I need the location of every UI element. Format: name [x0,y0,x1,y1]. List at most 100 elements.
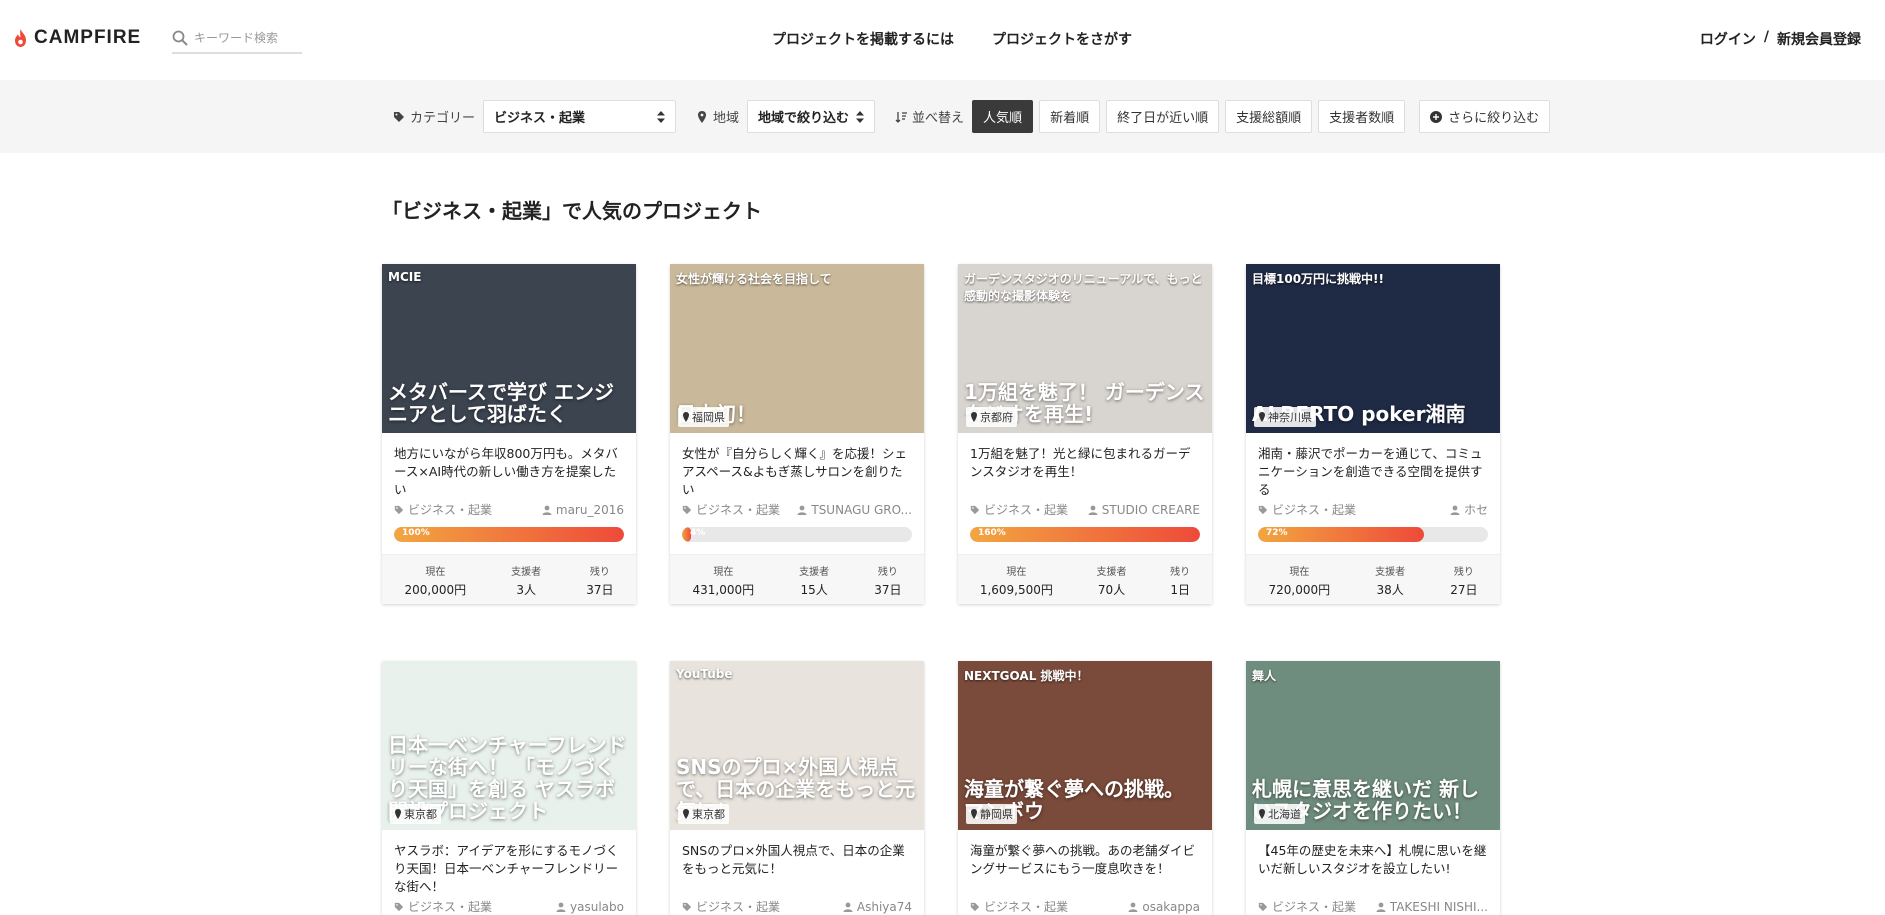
thumbnail-overlay-text: 女性が輝ける社会を目指して [676,272,832,286]
location-pin-icon [683,412,689,422]
project-category[interactable]: ビジネス・起業 [970,501,1068,518]
stat-current: 現在 431,000円 [693,563,755,604]
search-icon [172,30,188,46]
project-thumbnail[interactable]: 目標100万円に挑戦中!! ALBERTO poker湘南 神奈川県 [1246,264,1500,433]
project-meta: ビジネス・起業 maru_2016 [382,501,636,518]
stat-backers-label: 支援者 [511,567,542,578]
progress-percent: 160% [978,528,1006,538]
project-owner[interactable]: STUDIO CREARE [1088,501,1200,518]
campfire-logo[interactable]: CAMPFIRE [13,27,141,49]
project-thumbnail[interactable]: 日本一ベンチャーフレンドリーな街へ！ 「モノづくり天国」を創る ヤスラボ開設プロ… [382,661,636,830]
project-category[interactable]: ビジネス・起業 [394,501,492,518]
project-owner-text: ホセ [1463,503,1488,517]
project-title[interactable]: SNSのプロ×外国人視点で、日本の企業をもっと元気に！ [670,830,924,896]
project-meta: ビジネス・起業 STUDIO CREARE [958,501,1212,518]
stat-current-label: 現在 [713,567,734,578]
project-meta: ビジネス・起業 ホセ [1246,501,1500,518]
project-thumbnail[interactable]: NEXTGOAL 挑戦中！ 海童が繋ぐ夢への挑戦。 マンボウ 静岡県 [958,661,1212,830]
more-filters-label: さらに絞り込む [1448,111,1540,126]
project-category[interactable]: ビジネス・起業 [682,501,780,518]
stat-remaining-label: 残り [1453,567,1474,578]
user-icon [1450,505,1460,515]
project-card[interactable]: 目標100万円に挑戦中!! ALBERTO poker湘南 神奈川県 湘南・藤沢… [1246,264,1500,604]
funding-progress-bar: 100% [394,527,624,542]
project-owner-text: maru_2016 [555,502,624,517]
stat-backers-value: 70人 [1097,583,1126,597]
project-thumbnail[interactable]: ガーデンスタジオのリニューアルで、もっと感動的な撮影体験を 1万組を魅了！ ガー… [958,264,1212,433]
stat-backers-label: 支援者 [1375,567,1406,578]
login-link[interactable]: ログイン [1700,29,1756,49]
category-label-wrap: カテゴリー [393,107,475,126]
region-label: 地域 [713,111,740,126]
stat-remaining-label: 残り [877,567,898,578]
stat-current-value: 720,000円 [1268,583,1331,597]
sort-ending-soon-button[interactable]: 終了日が近い順 [1106,100,1220,133]
project-stats: 現在 1,609,500円 支援者 70人 残り 1日 [958,554,1212,604]
location-pin-icon [1259,809,1265,819]
nav-post-project[interactable]: プロジェクトを掲載するには [772,29,954,49]
location-pin-icon [395,809,401,819]
project-category-text: ビジネス・起業 [984,503,1069,517]
project-owner[interactable]: TSUNAGU GRO... [797,501,912,518]
project-owner[interactable]: maru_2016 [542,501,624,518]
project-card[interactable]: YouTube SNSのプロ×外国人視点で、日本の企業をもっと元気に！ 東京都 … [670,661,924,915]
location-badge: 静岡県 [966,804,1017,824]
project-category[interactable]: ビジネス・起業 [970,898,1068,915]
project-thumbnail[interactable]: 女性が輝ける社会を目指して 日本初！ 福岡県 [670,264,924,433]
tag-icon [970,505,980,514]
project-title[interactable]: 湘南・藤沢でポーカーを通じて、コミュニケーションを創造できる空間を提供する [1246,433,1500,499]
nav-find-project[interactable]: プロジェクトをさがす [992,29,1132,49]
project-thumbnail[interactable]: YouTube SNSのプロ×外国人視点で、日本の企業をもっと元気に！ 東京都 [670,661,924,830]
location-pin-icon [698,110,707,123]
category-select[interactable]: ビジネス・起業 [483,100,677,133]
project-category[interactable]: ビジネス・起業 [394,898,492,915]
stat-backers: 支援者 3人 [511,563,541,604]
register-link[interactable]: 新規会員登録 [1777,29,1861,49]
project-owner[interactable]: ホセ [1450,501,1488,518]
funding-progress-bar: 4% [682,527,912,542]
project-owner[interactable]: Ashiya74 [843,898,912,915]
search-input[interactable] [194,31,294,45]
project-title[interactable]: 海童が繋ぐ夢への挑戦。あの老舗ダイビングサービスにもう一度息吹きを！ [958,830,1212,896]
project-title[interactable]: 女性が『自分らしく輝く』を応援！シェアスペース&よもぎ蒸しサロンを創りたい [670,433,924,499]
project-title[interactable]: ヤスラボ：アイデアを形にするモノづくり天国！日本一ベンチャーフレンドリーな街へ！ [382,830,636,896]
stat-remaining-value: 37日 [874,583,902,597]
project-card[interactable]: 舞人 札幌に意思を継いだ 新しいスタジオを作りたい！ 北海道 【45年の歴史を未… [1246,661,1500,915]
location-text: 東京都 [692,808,725,821]
project-card[interactable]: 日本一ベンチャーフレンドリーな街へ！ 「モノづくり天国」を創る ヤスラボ開設プロ… [382,661,636,915]
sort-popular-button[interactable]: 人気順 [972,100,1034,133]
project-owner[interactable]: TAKESHI NISHI... [1376,898,1488,915]
project-category[interactable]: ビジネス・起業 [1258,501,1356,518]
project-card[interactable]: ガーデンスタジオのリニューアルで、もっと感動的な撮影体験を 1万組を魅了！ ガー… [958,264,1212,604]
sort-backers-button[interactable]: 支援者数順 [1318,100,1406,133]
project-thumbnail[interactable]: 舞人 札幌に意思を継いだ 新しいスタジオを作りたい！ 北海道 [1246,661,1500,830]
project-title[interactable]: 地方にいながら年収800万円も。メタバース×AI時代の新しい働き方を提案したい [382,433,636,499]
project-card[interactable]: MCIE メタバースで学び エンジニアとして羽ばたく 地方にいながら年収800万… [382,264,636,604]
select-arrows-icon [657,110,666,123]
location-text: 静岡県 [980,808,1013,821]
sort-total-amount-button[interactable]: 支援総額順 [1225,100,1313,133]
stat-current: 現在 720,000円 [1269,563,1331,604]
project-category[interactable]: ビジネス・起業 [682,898,780,915]
project-stats: 現在 431,000円 支援者 15人 残り 37日 [670,554,924,604]
stat-remaining: 残り 27日 [1450,563,1477,604]
region-select[interactable]: 地域で絞り込む [747,100,876,133]
user-icon [1088,505,1098,515]
project-title[interactable]: 【45年の歴史を未来へ】札幌に思いを継いだ新しいスタジオを設立したい! [1246,830,1500,896]
stat-remaining-value: 1日 [1170,583,1190,597]
main-nav: プロジェクトを掲載するには プロジェクトをさがす [772,29,1132,49]
tag-icon [682,902,692,911]
project-stats: 現在 200,000円 支援者 3人 残り 37日 [382,554,636,604]
project-card[interactable]: NEXTGOAL 挑戦中！ 海童が繋ぐ夢への挑戦。 マンボウ 静岡県 海童が繋ぐ… [958,661,1212,915]
more-filters-button[interactable]: さらに絞り込む [1419,100,1551,133]
thumbnail-overlay-text: 舞人 [1252,669,1277,683]
search-box[interactable] [172,24,302,54]
project-thumbnail[interactable]: MCIE メタバースで学び エンジニアとして羽ばたく [382,264,636,433]
project-category[interactable]: ビジネス・起業 [1258,898,1356,915]
project-card[interactable]: 女性が輝ける社会を目指して 日本初！ 福岡県 女性が『自分らしく輝く』を応援！シ… [670,264,924,604]
progress-percent: 72% [1266,528,1288,538]
project-owner[interactable]: yasulabo [556,898,624,915]
sort-newest-button[interactable]: 新着順 [1039,100,1101,133]
project-owner[interactable]: osakappa [1128,898,1200,915]
project-title[interactable]: 1万組を魅了！光と緑に包まれるガーデンスタジオを再生！ [958,433,1212,499]
